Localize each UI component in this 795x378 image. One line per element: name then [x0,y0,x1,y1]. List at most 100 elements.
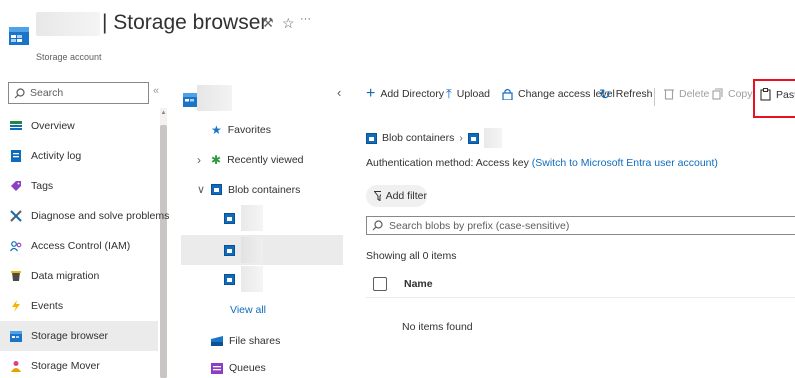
nav-item-label: Events [31,300,64,312]
container-name-redacted [483,128,502,148]
add-filter-label: Add filter [385,190,427,202]
tree-root-name-redacted [197,85,232,111]
tree-item-blob-containers[interactable]: ∨ Blob containers [197,183,301,197]
more-icon[interactable]: ··· [300,13,311,25]
plus-icon: + [366,85,376,102]
change-access-level-button[interactable]: Change access level [502,88,615,100]
upload-label: Upload [456,88,491,100]
item-count-text: Showing all 0 items [366,250,457,262]
table-header: Name [366,270,795,298]
storage-browser-icon [9,330,22,343]
diagnose-icon [9,210,22,223]
view-all-link[interactable]: View all [230,304,266,316]
nav-item-iam[interactable]: Access Control (IAM) [0,231,158,261]
tree-item-favorites[interactable]: ★ Favorites [211,123,271,137]
nav-item-events[interactable]: Events [0,291,158,321]
container-name-redacted [241,205,263,231]
breadcrumb-root[interactable]: Blob containers [382,132,454,144]
chevron-right-icon[interactable]: › [197,153,205,167]
collapse-tree-button[interactable]: ‹ [337,85,341,100]
resource-name-redacted [36,12,100,36]
column-header-name[interactable]: Name [404,278,433,290]
blob-container-icon [224,212,235,224]
nav-item-diagnose[interactable]: Diagnose and solve problems [0,201,169,231]
nav-item-data-migration[interactable]: Data migration [0,261,158,291]
data-migration-icon [9,270,22,283]
tree-item-label: Recently viewed [227,154,304,166]
switch-auth-link[interactable]: (Switch to Microsoft Entra user account) [532,157,718,169]
blob-container-icon [211,184,222,195]
page-subtitle: Storage account [36,52,102,62]
search-icon [14,87,25,98]
tree-item-queues[interactable]: Queues [211,362,266,374]
toolbar-separator [654,88,655,106]
activity-log-icon [9,150,22,163]
chevron-down-icon[interactable]: ∨ [197,183,205,196]
add-directory-button[interactable]: + Add Directory [366,85,444,102]
gear-icon: ✱ [211,153,222,167]
blob-search-input[interactable]: Search blobs by prefix (case-sensitive) [366,216,795,235]
filter-icon [374,191,381,201]
copy-icon [712,88,723,100]
add-filter-button[interactable]: Add filter [366,185,427,207]
collapse-nav-button[interactable]: « [153,85,159,97]
iam-icon [9,240,22,253]
overview-icon [9,120,22,133]
pin-icon[interactable]: ⚒ [262,15,274,31]
auth-method-label: Authentication method: Access key [366,157,529,169]
tree-item-label: Queues [229,362,266,374]
nav-item-activity-log[interactable]: Activity log [0,141,158,171]
add-directory-label: Add Directory [380,88,444,100]
container-name-redacted [241,266,263,292]
copy-label: Copy [728,88,753,100]
blob-search-placeholder: Search blobs by prefix (case-sensitive) [389,219,570,232]
blob-container-icon [467,132,479,144]
tag-icon [9,180,22,193]
tree-item-recently-viewed[interactable]: › ✱ Recently viewed [197,153,304,167]
upload-icon: ⤒ [446,86,452,101]
tree-item-file-shares[interactable]: File shares [211,335,280,347]
queue-icon [211,362,223,374]
refresh-icon: ↻ [599,86,611,102]
nav-item-overview[interactable]: Overview [0,111,158,141]
events-icon [9,300,22,313]
nav-item-tags[interactable]: Tags [0,171,158,201]
tree-item-container-3[interactable] [224,266,263,292]
nav-scrollbar-thumb[interactable] [160,125,167,378]
blob-container-icon [224,244,235,256]
nav-item-label: Storage Mover [31,360,100,372]
tree-item-label: Favorites [227,124,271,136]
page-title: | Storage browser [102,11,268,34]
upload-button[interactable]: ⤒ Upload [446,86,491,101]
delete-icon [664,89,674,100]
star-icon: ★ [211,123,222,137]
storage-mover-icon [9,360,22,373]
star-icon[interactable]: ☆ [282,15,295,32]
breadcrumb-separator: › [459,132,463,144]
nav-item-storage-browser[interactable]: Storage browser [0,321,158,351]
select-all-checkbox[interactable] [373,276,387,291]
blob-container-icon [366,132,377,144]
nav-item-storage-mover[interactable]: Storage Mover [0,351,158,378]
nav-item-label: Tags [31,180,54,192]
refresh-label: Refresh [615,88,653,100]
tree-item-container-1[interactable] [224,205,263,231]
copy-button[interactable]: Copy [712,88,753,100]
tree-item-container-2[interactable] [224,237,263,263]
nav-item-label: Data migration [31,270,100,282]
tree-item-label: File shares [229,335,281,347]
nav-item-label: Diagnose and solve problems [31,210,170,222]
nav-search-input[interactable]: Search [8,82,149,104]
nav-item-label: Activity log [31,150,82,162]
search-icon [372,220,383,231]
file-share-icon [211,336,223,346]
delete-button[interactable]: Delete [664,88,709,100]
tree-item-label: Blob containers [228,183,301,196]
refresh-button[interactable]: ↻ Refresh [599,86,653,102]
nav-search-placeholder: Search [30,87,64,99]
paste-highlight-box [753,79,795,118]
container-name-redacted [241,237,263,263]
storage-account-tree-icon [183,93,197,107]
scroll-up-arrow-icon[interactable]: ▲ [160,110,167,116]
breadcrumb: Blob containers › [366,128,502,148]
